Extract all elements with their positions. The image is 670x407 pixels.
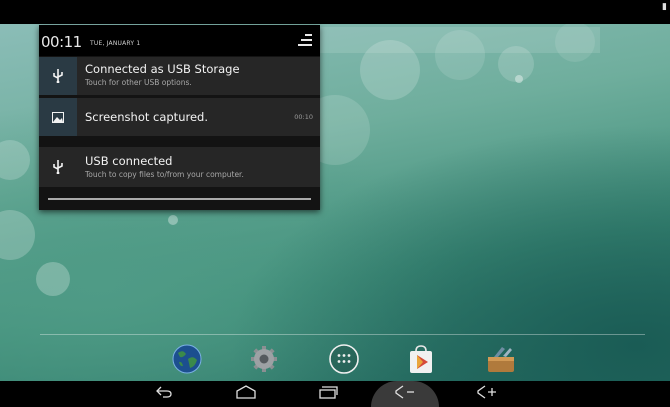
volume-down-button[interactable] xyxy=(389,385,421,403)
globe-icon[interactable] xyxy=(171,343,203,375)
wallpaper-bubble xyxy=(36,262,70,296)
shade-drag-handle[interactable] xyxy=(48,198,311,200)
notification-title: USB connected xyxy=(85,154,173,168)
dock-divider xyxy=(40,334,645,335)
shade-header: 00:11 TUE, JANUARY 1 xyxy=(39,25,320,56)
notification-subtitle: Touch to copy files to/from your compute… xyxy=(85,170,244,179)
search-bar[interactable] xyxy=(320,27,600,53)
quick-settings-icon[interactable] xyxy=(298,32,312,48)
wallpaper-bubble xyxy=(0,140,30,180)
status-bar[interactable]: ▮ xyxy=(0,0,670,24)
toolbox-icon[interactable] xyxy=(484,343,516,375)
wallpaper-bubble xyxy=(168,215,178,225)
home-button[interactable] xyxy=(232,385,260,403)
notification-usb-connected[interactable]: USB connected Touch to copy files to/fro… xyxy=(39,147,320,187)
notification-subtitle: Touch for other USB options. xyxy=(85,78,192,87)
usb-icon xyxy=(39,147,77,187)
image-icon xyxy=(39,98,77,136)
notification-shade[interactable]: 00:11 TUE, JANUARY 1 Connected as USB St… xyxy=(39,25,320,210)
gear-icon[interactable] xyxy=(248,343,280,375)
wallpaper-bubble xyxy=(515,75,523,83)
volume-up-button[interactable] xyxy=(471,385,503,403)
notification-screenshot[interactable]: Screenshot captured. 00:10 xyxy=(39,98,320,136)
back-button[interactable] xyxy=(150,385,178,403)
play-store-icon[interactable] xyxy=(405,343,437,375)
notification-title: Screenshot captured. xyxy=(85,110,208,124)
notification-usb-storage[interactable]: Connected as USB Storage Touch for other… xyxy=(39,57,320,95)
clock: 00:11 xyxy=(41,33,82,51)
app-drawer-icon[interactable] xyxy=(328,343,360,375)
date: TUE, JANUARY 1 xyxy=(90,40,141,47)
recents-button[interactable] xyxy=(313,385,341,403)
battery-icon: ▮ xyxy=(662,2,667,12)
notification-time: 00:10 xyxy=(294,113,313,121)
notification-title: Connected as USB Storage xyxy=(85,62,240,76)
android-screen: ▮ 00:11 TUE, JANUARY 1 Connected as USB … xyxy=(0,0,670,407)
wallpaper-bubble xyxy=(0,210,35,260)
usb-icon xyxy=(39,57,77,95)
navigation-bar xyxy=(0,381,670,407)
